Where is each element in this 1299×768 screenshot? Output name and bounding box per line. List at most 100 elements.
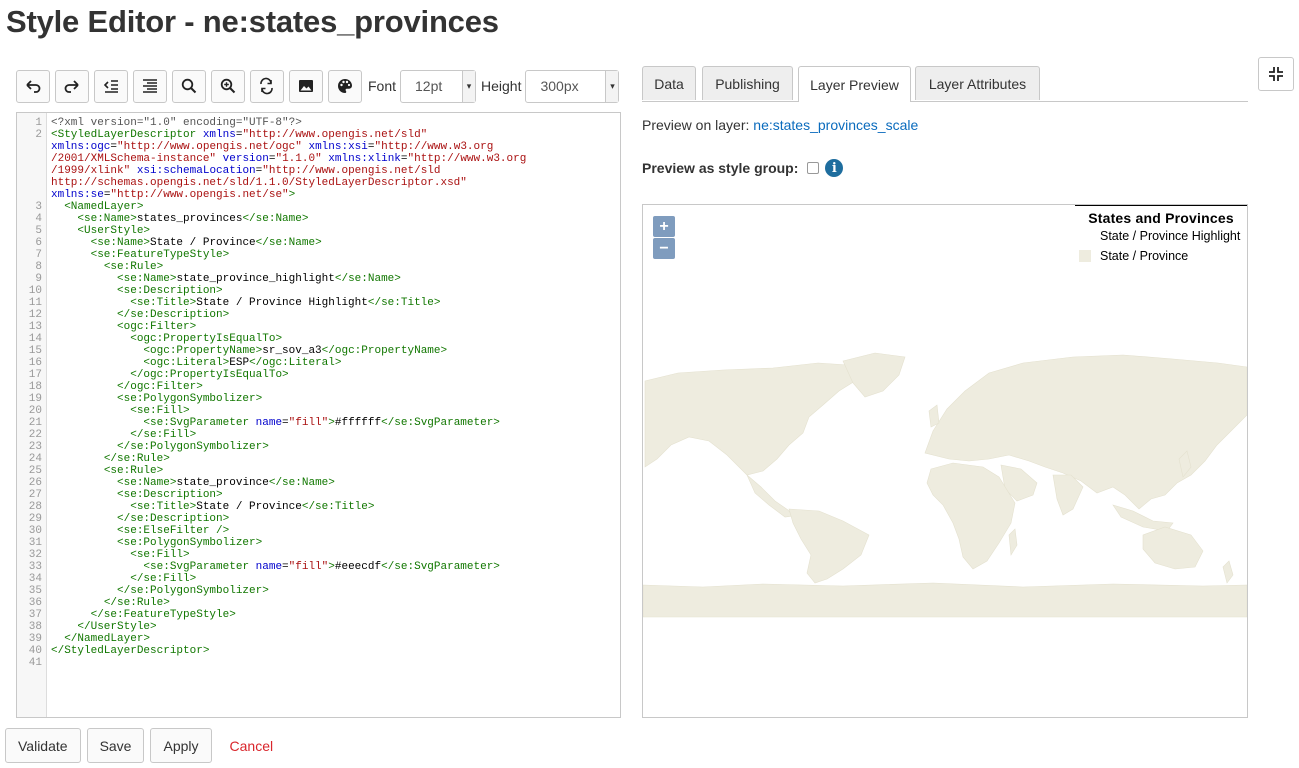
code-line: 8 <se:Rule> [17,261,620,273]
line-number [17,153,51,165]
code-text: <se:Name>state_province</se:Name> [117,477,335,489]
tab-layer-attributes[interactable]: Layer Attributes [915,66,1040,100]
line-number [17,141,51,153]
preview-layer-link[interactable]: ne:states_provinces_scale [753,117,918,133]
code-text: </se:Description> [117,513,230,525]
preview-layer-line: Preview on layer: ne:states_provinces_sc… [642,117,918,133]
line-number: 20 [28,405,42,417]
code-text: <se:ElseFilter /> [117,525,230,537]
code-line: 23 </se:PolygonSymbolizer> [17,441,620,453]
code-text: <se:Rule> [103,261,164,273]
line-number: 16 [28,357,42,369]
code-line: 25 <se:Rule> [17,465,620,477]
line-number: 34 [28,573,42,585]
code-text: </se:PolygonSymbolizer> [117,441,269,453]
code-line: xmlns:ogc="http://www.opengis.net/ogc" x… [17,141,620,153]
code-line: 26 <se:Name>state_province</se:Name> [17,477,620,489]
line-number: 31 [28,537,42,549]
line-number: 37 [28,609,42,621]
legend-label: State / Province [1100,249,1189,263]
code-text: </se:Rule> [103,453,170,465]
zoom-in-button[interactable] [211,69,245,103]
code-line: 20 <se:Fill> [17,405,620,417]
map-preview[interactable]: + − States and Provinces State / Provinc… [642,204,1248,718]
color-picker-button[interactable] [328,69,362,103]
code-text: /1999/xlink" xsi:schemaLocation="http://… [51,165,441,177]
font-size-select[interactable]: 12pt ▾ [400,69,477,103]
code-line: 16 <ogc:Literal>ESP</ogc:Literal> [17,357,620,369]
code-text: </se:Fill> [130,573,197,585]
code-line: 3 <NamedLayer> [17,201,620,213]
height-select[interactable]: 300px ▾ [525,69,620,103]
save-button[interactable]: Save [86,728,145,763]
line-number: 12 [28,309,42,321]
line-number: 23 [28,441,42,453]
code-line: 41 [17,657,620,669]
map-legend: States and Provinces State / Province Hi… [1075,205,1247,266]
code-line: 40 </StyledLayerDescriptor> [17,645,620,657]
code-text: http://schemas.opengis.net/sld/1.1.0/Sty… [51,177,467,189]
style-group-checkbox[interactable] [807,162,820,174]
code-text: <se:Title>State / Province Highlight</se… [130,297,441,309]
tab-publishing[interactable]: Publishing [702,66,793,100]
line-number: 10 [28,285,42,297]
line-number [17,177,51,189]
line-number: 39 [28,633,42,645]
align-button[interactable] [133,69,167,103]
code-line: 19 <se:PolygonSymbolizer> [17,393,620,405]
find-replace-button[interactable] [250,69,284,103]
code-text: </se:Fill> [130,429,197,441]
code-text: <ogc:PropertyName>sr_sov_a3</ogc:Propert… [143,345,448,357]
legend-swatch [1079,230,1091,242]
line-number: 30 [28,525,42,537]
apply-button[interactable]: Apply [150,728,212,763]
zoom-in-button[interactable]: + [653,216,675,237]
zoom-out-button[interactable]: − [653,238,675,259]
redo-button[interactable] [55,69,89,103]
legend-item: State / Province [1075,246,1247,266]
style-group-label: Preview as style group: [642,160,799,176]
code-text: <?xml version="1.0" encoding="UTF-8"?> [51,117,302,129]
undo-icon [26,80,41,93]
code-line: 18 </ogc:Filter> [17,381,620,393]
code-text: </se:FeatureTypeStyle> [90,609,236,621]
code-text: </se:Description> [117,309,230,321]
line-number: 29 [28,513,42,525]
code-line: xmlns:se="http://www.opengis.net/se"> [17,189,620,201]
code-line: /1999/xlink" xsi:schemaLocation="http://… [17,165,620,177]
code-line: 22 </se:Fill> [17,429,620,441]
line-number: 25 [28,465,42,477]
code-text: <NamedLayer> [64,201,144,213]
code-line: http://schemas.opengis.net/sld/1.1.0/Sty… [17,177,620,189]
validate-button[interactable]: Validate [5,728,81,763]
tab-layer-preview[interactable]: Layer Preview [798,66,911,102]
code-text: <StyledLayerDescriptor xmlns="http://www… [51,129,428,141]
indent-less-button[interactable] [94,69,128,103]
preview-on-layer-label: Preview on layer: [642,117,750,133]
line-number: 9 [35,273,42,285]
code-content: 1 <?xml version="1.0" encoding="UTF-8"?> 2… [17,117,620,669]
world-map [643,352,1247,618]
align-right-icon [143,79,157,93]
font-size-value: 12pt [415,78,443,94]
code-line: 21 <se:SvgParameter name="fill">#ffffff<… [17,417,620,429]
tab-bar: Data Publishing Layer Preview Layer Attr… [642,66,1248,102]
line-number: 27 [28,489,42,501]
fullscreen-toggle-button[interactable] [1258,57,1294,91]
image-icon [299,80,313,92]
search-button[interactable] [172,69,206,103]
page-title: Style Editor - ne:states_provinces [6,4,499,39]
code-text: </se:Rule> [103,597,170,609]
info-icon[interactable]: i [825,159,844,177]
code-text: <se:SvgParameter name="fill">#eeecdf</se… [143,561,500,573]
code-line: 31 <se:PolygonSymbolizer> [17,537,620,549]
line-number: 17 [28,369,42,381]
code-line: 5 <UserStyle> [17,225,620,237]
undo-button[interactable] [16,69,50,103]
style-group-line: Preview as style group: i [642,159,844,177]
code-editor[interactable]: 1 <?xml version="1.0" encoding="UTF-8"?> 2… [16,112,621,718]
tab-data[interactable]: Data [642,66,696,100]
insert-image-button[interactable] [289,69,323,103]
code-text: <ogc:Filter> [117,321,197,333]
cancel-link[interactable]: Cancel [230,738,274,754]
